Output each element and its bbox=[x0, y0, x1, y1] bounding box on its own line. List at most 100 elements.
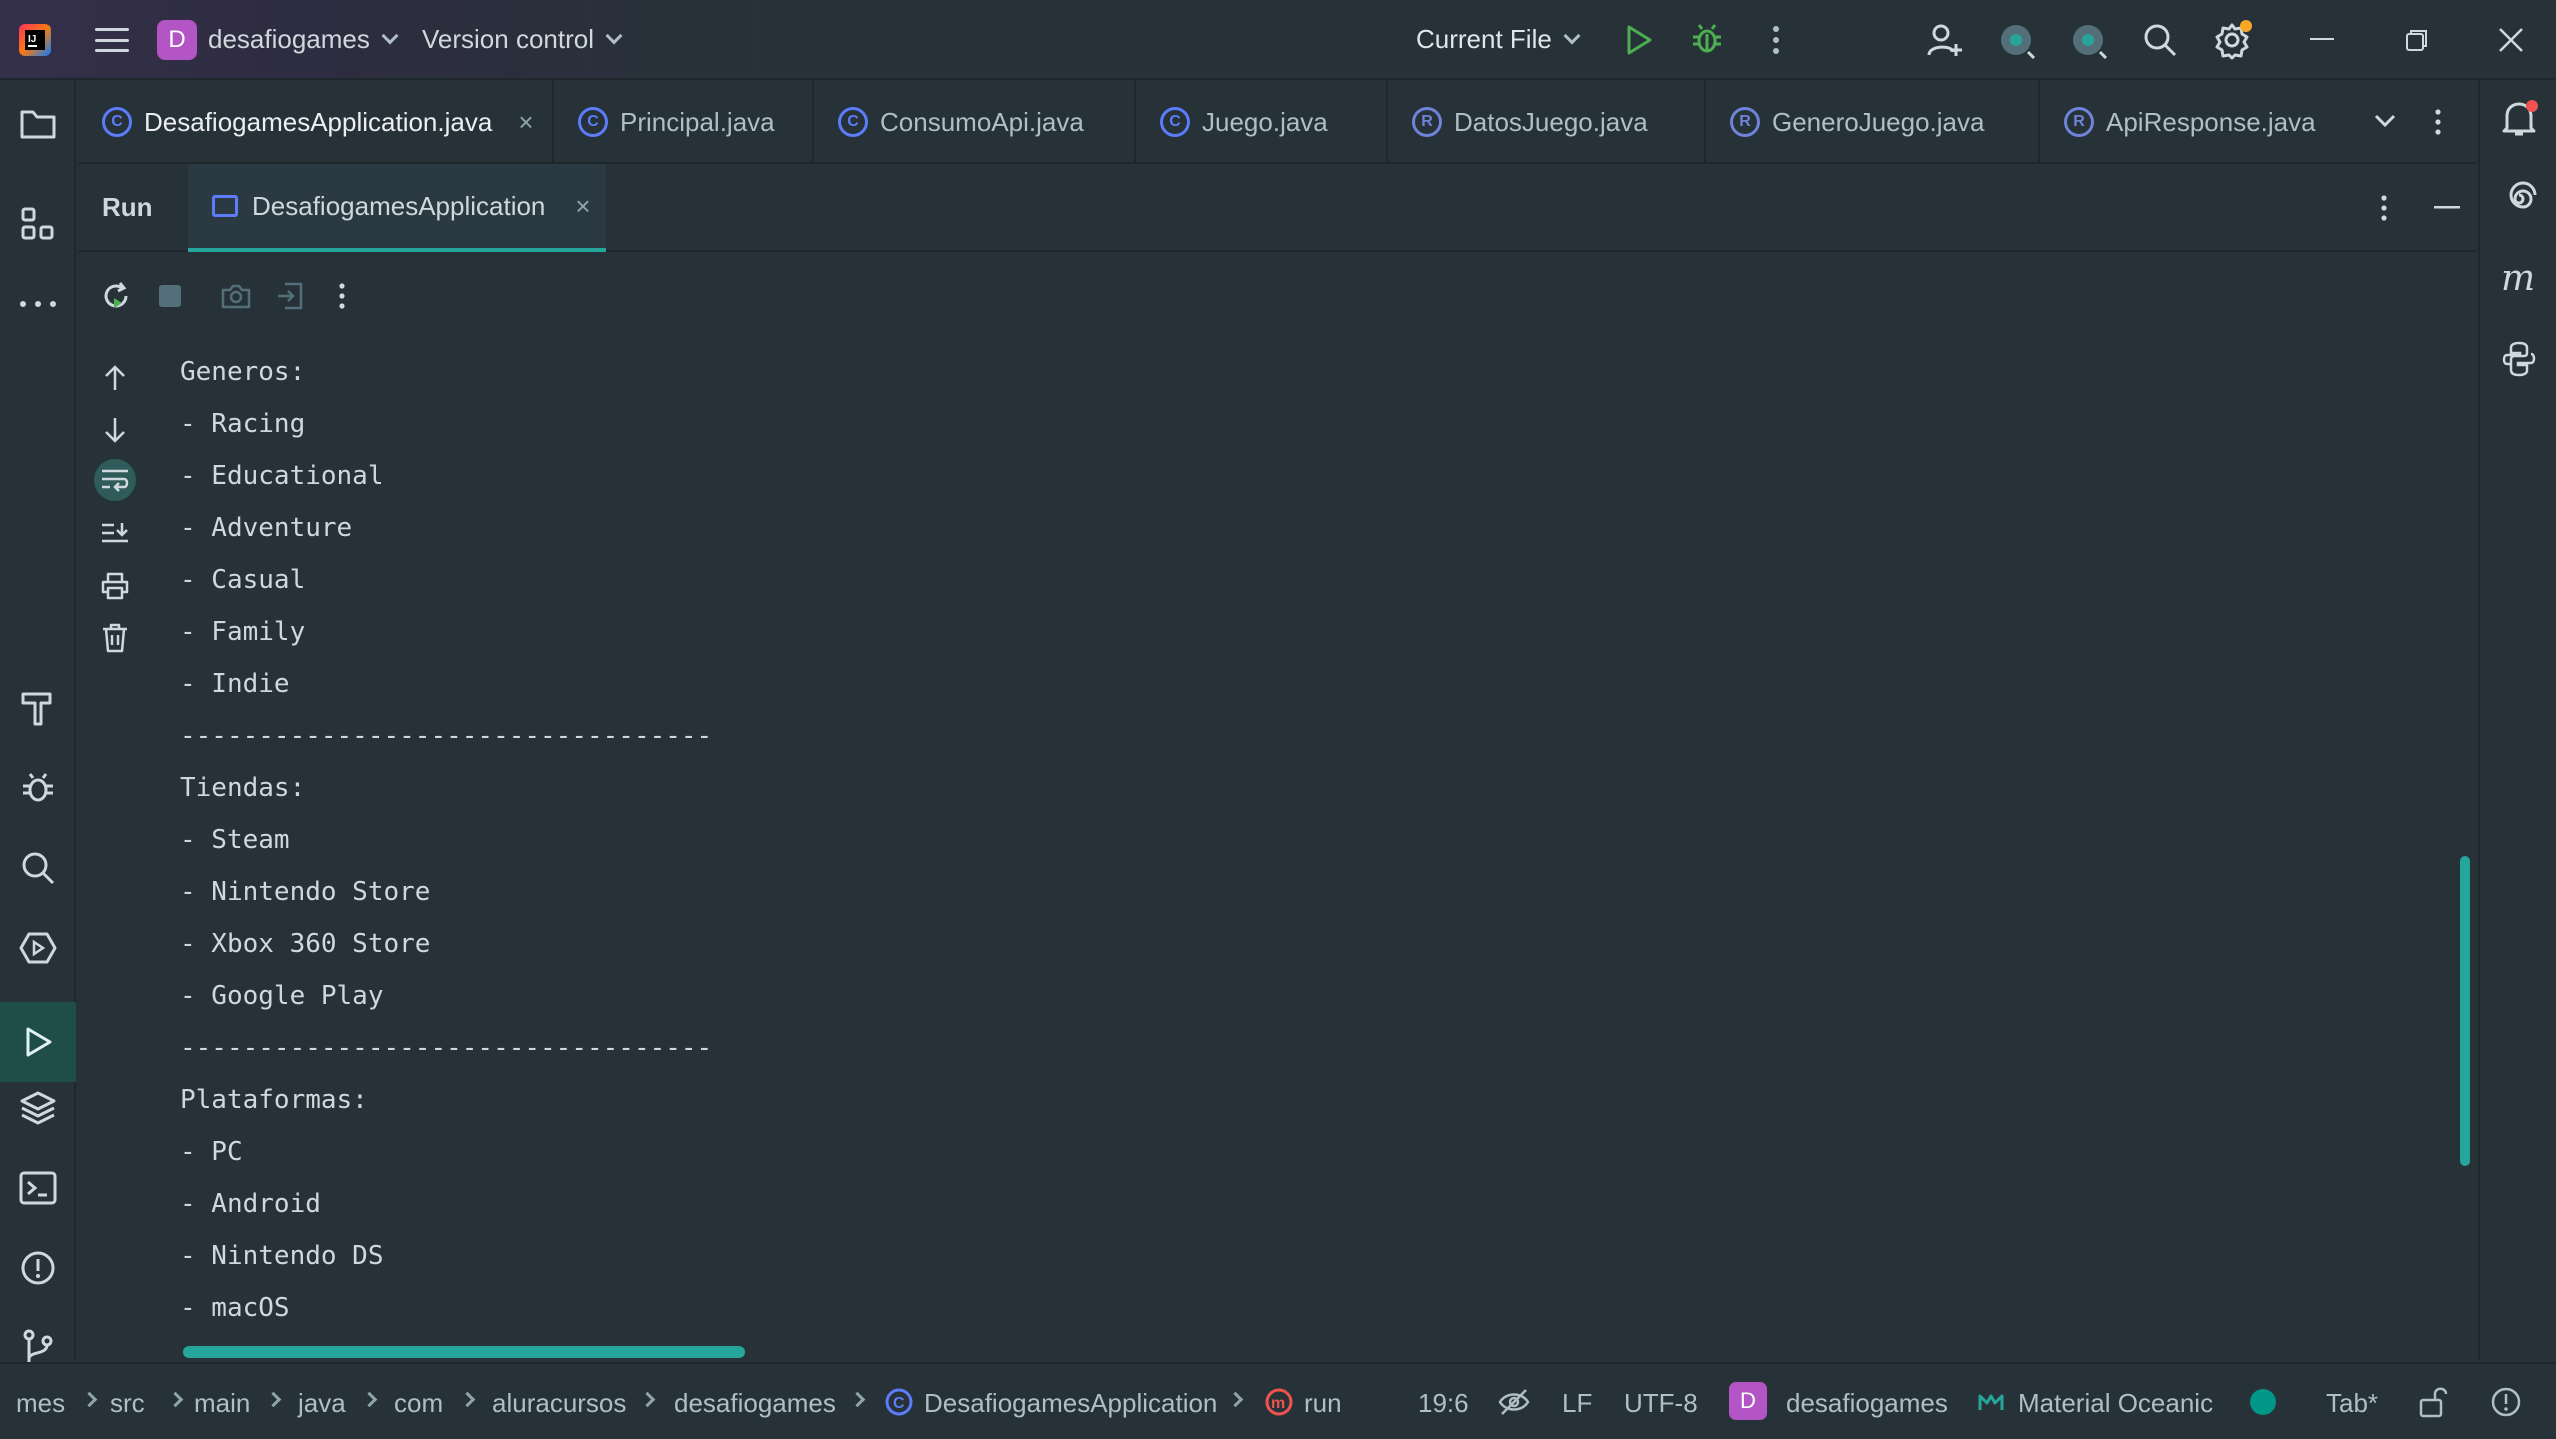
console-toolbar bbox=[78, 252, 2476, 342]
console-more-button[interactable] bbox=[322, 276, 362, 316]
ai-chat-button[interactable] bbox=[2492, 172, 2546, 226]
unlock-icon[interactable] bbox=[2418, 1386, 2448, 1418]
folder-icon bbox=[20, 110, 56, 139]
version-control-menu[interactable]: Version control bbox=[422, 24, 623, 55]
eye-crossed-icon[interactable] bbox=[1498, 1388, 1530, 1416]
indent-setting[interactable]: Tab* bbox=[2326, 1388, 2378, 1419]
tab-genero-juego[interactable]: R GeneroJuego.java bbox=[1706, 80, 2040, 164]
print-button[interactable] bbox=[94, 565, 136, 607]
add-user-icon[interactable] bbox=[1926, 22, 1964, 58]
breadcrumb-item[interactable]: aluracursos bbox=[492, 1388, 626, 1419]
hide-panel-icon[interactable] bbox=[2434, 206, 2460, 210]
run-panel-options-icon[interactable] bbox=[2380, 194, 2388, 222]
close-tab-icon[interactable]: × bbox=[518, 107, 533, 138]
breadcrumb-item[interactable]: main bbox=[194, 1388, 250, 1419]
code-with-me-icon[interactable] bbox=[2070, 22, 2108, 60]
tab-consumo-api[interactable]: C ConsumoApi.java bbox=[814, 80, 1136, 164]
printer-icon bbox=[101, 572, 129, 600]
console-line: - Google Play bbox=[180, 981, 384, 1011]
soft-wrap-icon bbox=[102, 469, 129, 492]
editor-tab-bar: C DesafiogamesApplication.java × C Princ… bbox=[78, 80, 2476, 164]
minimize-icon[interactable] bbox=[2310, 38, 2334, 42]
breadcrumb-item[interactable]: src bbox=[110, 1388, 145, 1419]
vertical-scrollbar[interactable] bbox=[2460, 856, 2470, 1166]
tab-api-response[interactable]: R ApiResponse.java bbox=[2040, 80, 2340, 164]
status-indicator-icon[interactable] bbox=[2248, 1387, 2278, 1417]
chevron-right-icon bbox=[167, 1391, 184, 1408]
more-actions-icon[interactable] bbox=[1772, 24, 1780, 56]
hammer-icon bbox=[21, 692, 52, 726]
run-config-tab[interactable]: DesafiogamesApplication × bbox=[188, 164, 606, 252]
status-bar: mes src main java com aluracursos desafi… bbox=[0, 1362, 2556, 1439]
structure-button[interactable] bbox=[12, 198, 64, 250]
tab-juego[interactable]: C Juego.java bbox=[1136, 80, 1388, 164]
maven-button[interactable]: m bbox=[2492, 252, 2546, 306]
clear-console-button[interactable] bbox=[94, 617, 136, 659]
record-icon: R bbox=[1730, 107, 1760, 137]
settings-gear-icon[interactable] bbox=[2212, 18, 2254, 60]
tab-principal[interactable]: C Principal.java bbox=[554, 80, 814, 164]
search-icon[interactable] bbox=[2142, 22, 2178, 58]
close-window-icon[interactable] bbox=[2498, 27, 2524, 53]
tab-datos-juego[interactable]: R DatosJuego.java bbox=[1388, 80, 1706, 164]
file-encoding[interactable]: UTF-8 bbox=[1624, 1388, 1698, 1419]
console-output[interactable]: Generos: - Racing - Educational - Advent… bbox=[180, 346, 2380, 1346]
close-tab-icon[interactable]: × bbox=[575, 191, 590, 222]
python-console-button[interactable] bbox=[2492, 332, 2546, 386]
horizontal-scrollbar[interactable] bbox=[183, 1346, 745, 1358]
scroll-up-button[interactable] bbox=[94, 357, 136, 399]
tab-desafiogames-application[interactable]: C DesafiogamesApplication.java × bbox=[78, 80, 554, 164]
console-line: - Family bbox=[180, 617, 306, 647]
run-icon[interactable] bbox=[1624, 24, 1654, 56]
more-tool-windows-button[interactable] bbox=[12, 278, 64, 330]
theme-name[interactable]: Material Oceanic bbox=[2018, 1388, 2213, 1419]
record-icon: R bbox=[1412, 107, 1442, 137]
project-name[interactable]: desafiogames bbox=[1786, 1388, 1948, 1419]
services-button[interactable] bbox=[12, 922, 64, 974]
find-button[interactable] bbox=[12, 842, 64, 894]
run-tool-button[interactable] bbox=[0, 1002, 76, 1082]
chevron-down-icon bbox=[605, 27, 623, 44]
restore-window-icon[interactable] bbox=[2405, 28, 2429, 52]
breadcrumb-item[interactable]: desafiogames bbox=[674, 1388, 836, 1419]
scroll-down-button[interactable] bbox=[94, 409, 136, 451]
debug-icon[interactable] bbox=[1690, 22, 1724, 56]
layers-button[interactable] bbox=[12, 1082, 64, 1134]
rerun-button[interactable] bbox=[96, 276, 136, 316]
main-menu-button[interactable] bbox=[93, 22, 131, 58]
project-switcher[interactable]: desafiogames bbox=[208, 24, 399, 55]
breadcrumb-item[interactable]: DesafiogamesApplication bbox=[924, 1388, 1217, 1419]
problems-button[interactable] bbox=[12, 1242, 64, 1294]
class-icon: C bbox=[838, 107, 868, 137]
stop-button[interactable] bbox=[150, 276, 190, 316]
line-ending[interactable]: LF bbox=[1562, 1388, 1592, 1419]
application-class-icon: C bbox=[885, 1388, 913, 1416]
project-view-button[interactable] bbox=[12, 98, 64, 150]
breadcrumb-item[interactable]: java bbox=[298, 1388, 346, 1419]
svg-text:IJ: IJ bbox=[28, 34, 36, 45]
breadcrumb-item[interactable]: com bbox=[394, 1388, 443, 1419]
tab-list-chevron-icon[interactable] bbox=[2374, 114, 2396, 128]
class-icon: C bbox=[102, 107, 132, 137]
chevron-right-icon bbox=[265, 1391, 282, 1408]
breadcrumb-item[interactable]: run bbox=[1304, 1388, 1342, 1419]
intellij-logo-icon[interactable]: IJ bbox=[18, 23, 52, 57]
run-config-selector[interactable]: Current File bbox=[1416, 24, 1581, 55]
breadcrumb-item[interactable]: mes bbox=[16, 1388, 65, 1419]
build-button[interactable] bbox=[12, 682, 64, 734]
debug-tool-button[interactable] bbox=[12, 762, 64, 814]
problems-indicator-icon[interactable] bbox=[2490, 1386, 2522, 1418]
terminal-button[interactable] bbox=[12, 1162, 64, 1214]
notifications-button[interactable] bbox=[2492, 92, 2546, 146]
soft-wrap-toggle[interactable] bbox=[94, 459, 136, 501]
restore-layout-button[interactable] bbox=[270, 276, 310, 316]
ai-assistant-icon[interactable] bbox=[1998, 22, 2036, 60]
screenshot-button[interactable] bbox=[216, 276, 256, 316]
chevron-right-icon bbox=[459, 1391, 476, 1408]
run-panel-header: Run DesafiogamesApplication × bbox=[78, 164, 2476, 252]
scroll-to-end-button[interactable] bbox=[94, 513, 136, 555]
console-line: - Xbox 360 Store bbox=[180, 929, 431, 959]
console-line: - Adventure bbox=[180, 513, 353, 543]
tab-more-icon[interactable] bbox=[2434, 108, 2442, 136]
caret-position[interactable]: 19:6 bbox=[1418, 1388, 1469, 1419]
